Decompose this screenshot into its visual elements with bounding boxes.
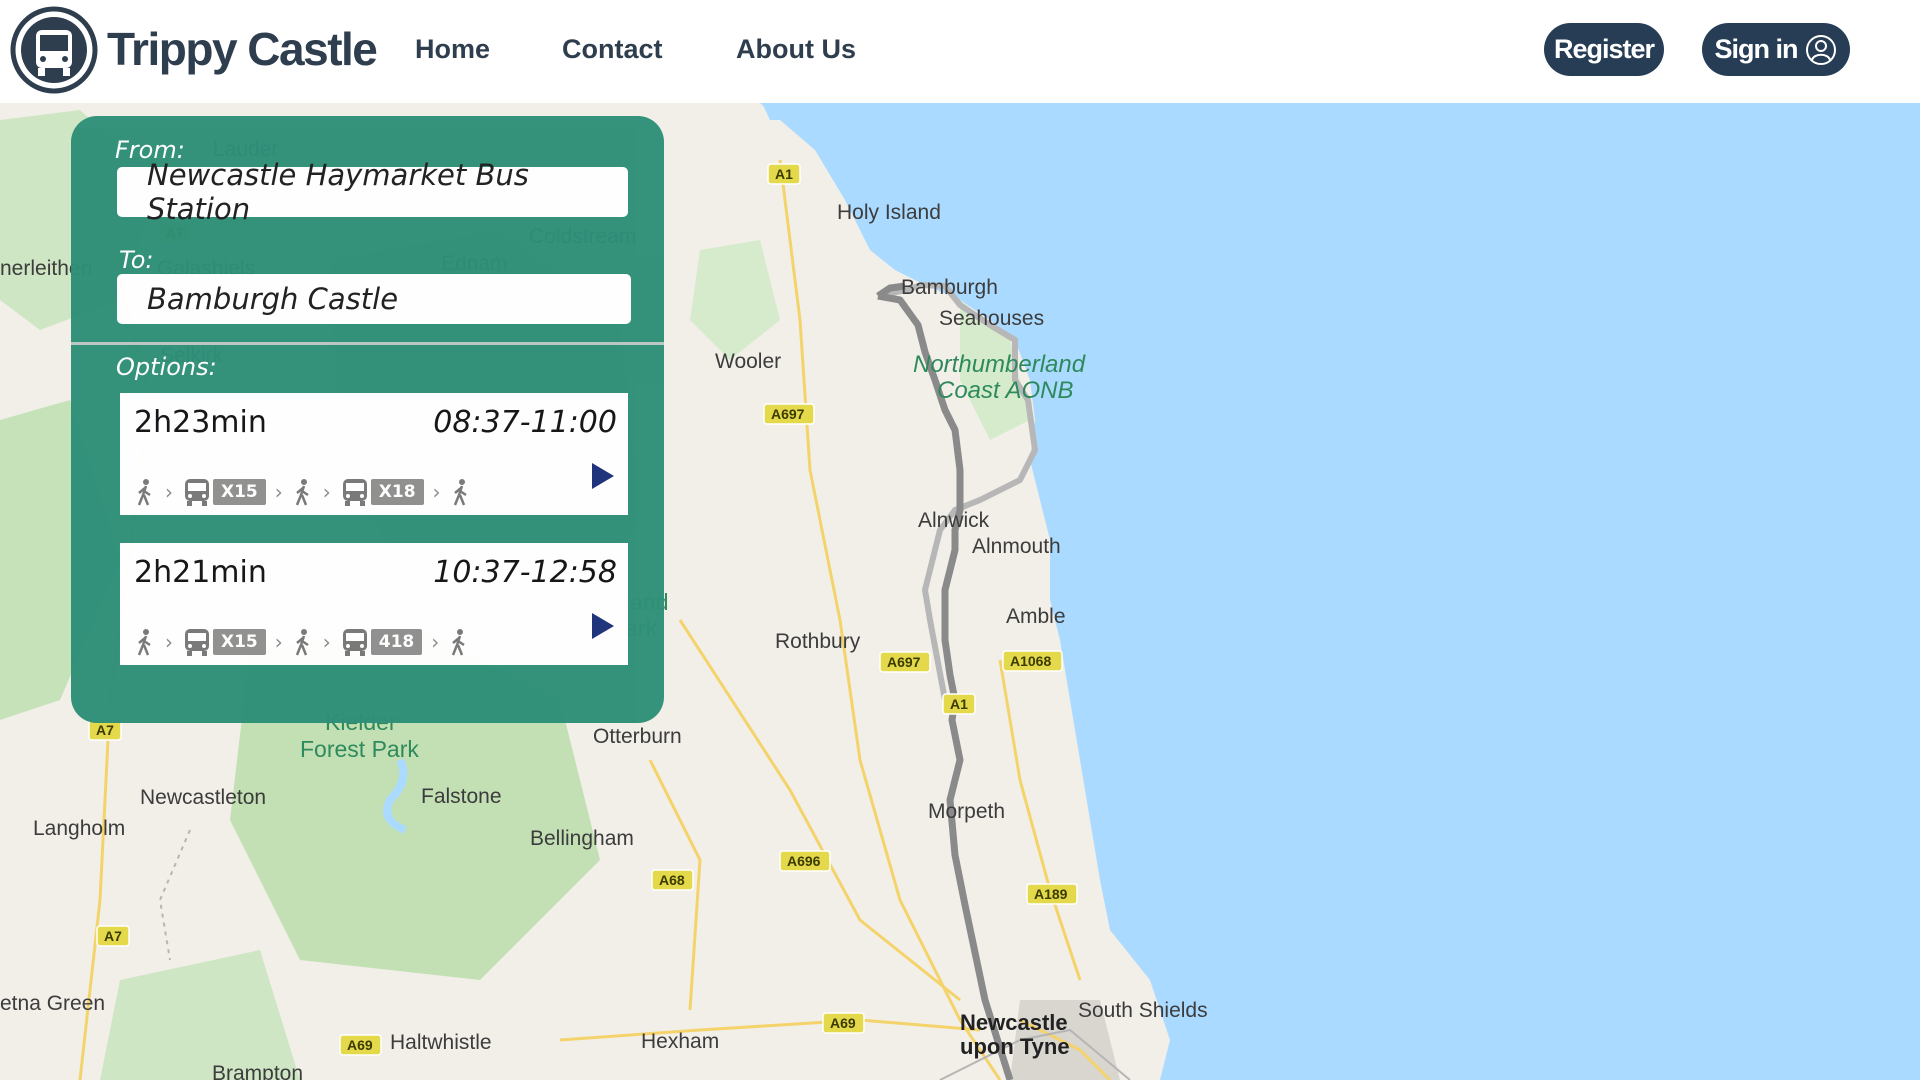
road-badge: A696	[779, 850, 831, 872]
route-option-2[interactable]: 2h21min 10:37-12:58 › X15 › › 418 ›	[120, 543, 628, 665]
place-label-morpeth: Morpeth	[928, 800, 1005, 823]
brand-name[interactable]: Trippy Castle	[107, 22, 378, 76]
sign-in-button[interactable]: Sign in	[1702, 23, 1850, 76]
bus-route-badge: 418	[370, 629, 423, 655]
park-label-2: Coast AONB	[937, 377, 1074, 404]
register-button[interactable]: Register	[1544, 23, 1664, 76]
nav-about-us[interactable]: About Us	[736, 34, 856, 65]
walk-icon	[452, 629, 465, 656]
chevron-right-icon: ›	[322, 630, 331, 654]
nav-home[interactable]: Home	[415, 34, 490, 65]
road-badge: A69	[822, 1012, 865, 1034]
road-badge: A697	[763, 403, 815, 425]
place-label-seahouses: Seahouses	[939, 307, 1044, 330]
road-label: A697	[771, 406, 805, 422]
bus-route-badge: X18	[370, 479, 424, 505]
road-label: A68	[659, 872, 685, 888]
road-badge: A1068	[1002, 650, 1063, 672]
journey-panel: From: Newcastle Haymarket Bus Station To…	[71, 116, 664, 723]
option-legs: › X15 › › X18 ›	[134, 477, 472, 507]
to-label: To:	[119, 246, 154, 274]
place-label-falstone: Falstone	[421, 785, 502, 808]
walk-icon	[137, 629, 151, 656]
road-label: A189	[1034, 886, 1068, 902]
road-label: A1068	[1010, 653, 1051, 669]
road-label: A7	[104, 928, 122, 944]
walk-icon	[453, 479, 467, 506]
sign-in-label: Sign in	[1714, 34, 1799, 64]
forest-label-2: Forest Park	[300, 736, 419, 762]
bus-icon	[342, 629, 367, 656]
place-label-south-shields: South Shields	[1078, 999, 1208, 1022]
road-badge: A68	[651, 869, 694, 891]
road-label: A697	[887, 654, 921, 670]
road-badge: A697	[879, 651, 931, 673]
option-times: 08:37-11:00	[433, 405, 617, 440]
bus-icon	[185, 479, 209, 506]
place-label-amble: Amble	[1006, 605, 1066, 628]
chevron-right-icon: ›	[274, 630, 283, 654]
place-label-bamburgh: Bamburgh	[901, 276, 998, 299]
road-badge: A1	[942, 693, 976, 715]
place-label-etna-green: etna Green	[0, 992, 105, 1015]
road-label: A69	[347, 1037, 373, 1053]
road-badge: A7	[96, 925, 130, 947]
nav-contact[interactable]: Contact	[562, 34, 663, 65]
bus-icon	[342, 479, 367, 506]
divider	[71, 342, 664, 345]
place-label-hexham: Hexham	[641, 1030, 719, 1053]
to-input[interactable]: Bamburgh Castle	[117, 274, 631, 324]
register-label: Register	[1553, 34, 1655, 64]
road-label: A696	[787, 853, 821, 869]
chevron-right-icon: ›	[274, 480, 283, 504]
place-label-langholm: Langholm	[33, 817, 125, 840]
play-icon[interactable]	[592, 463, 614, 489]
place-label-haltwhistle: Haltwhistle	[390, 1031, 492, 1054]
place-label-newcastleton: Newcastleton	[140, 786, 266, 809]
play-icon[interactable]	[592, 613, 614, 639]
bus-logo-icon[interactable]	[10, 6, 98, 94]
road-badge: A189	[1026, 883, 1078, 905]
option-legs: › X15 › › 418 ›	[134, 627, 470, 657]
user-icon	[1805, 34, 1836, 65]
chevron-right-icon: ›	[431, 630, 440, 654]
from-input[interactable]: Newcastle Haymarket Bus Station	[117, 158, 628, 226]
place-label-alnwick: Alnwick	[918, 509, 990, 532]
chevron-right-icon: ›	[165, 480, 173, 504]
walk-icon	[295, 629, 309, 656]
park-label: Northumberland	[913, 351, 1086, 378]
bus-route-badge: X15	[213, 629, 266, 655]
top-nav-bar: Trippy Castle Home Contact About Us Regi…	[0, 0, 1920, 103]
bus-icon	[185, 629, 209, 656]
place-label-brampton: Brampton	[212, 1062, 303, 1080]
place-label-holy-island: Holy Island	[837, 201, 941, 224]
place-label-bellingham: Bellingham	[530, 827, 634, 850]
chevron-right-icon: ›	[322, 480, 331, 504]
chevron-right-icon: ›	[165, 630, 173, 654]
place-label-rothbury: Rothbury	[775, 630, 861, 653]
city-label: Newcastle	[960, 1010, 1068, 1035]
city-label-2: upon Tyne	[960, 1034, 1070, 1059]
road-label: A1	[775, 166, 793, 182]
place-label-otterburn: Otterburn	[593, 725, 682, 748]
place-label-wooler: Wooler	[715, 350, 781, 373]
option-times: 10:37-12:58	[433, 555, 617, 590]
walk-icon	[295, 479, 309, 506]
walk-icon	[137, 479, 151, 506]
road-label: A1	[950, 696, 968, 712]
chevron-right-icon: ›	[432, 480, 441, 504]
road-badge: A7	[88, 719, 122, 741]
route-option-1[interactable]: 2h23min 08:37-11:00 › X15 › › X18 ›	[120, 393, 628, 515]
option-duration: 2h23min	[134, 405, 267, 440]
road-label: A7	[96, 722, 114, 738]
road-label: A69	[830, 1015, 856, 1031]
option-duration: 2h21min	[134, 555, 267, 590]
options-label: Options:	[116, 353, 217, 381]
bus-route-badge: X15	[213, 479, 266, 505]
place-label-alnmouth: Alnmouth	[972, 535, 1061, 558]
road-badge: A1	[767, 163, 801, 185]
road-badge: A69	[339, 1034, 382, 1056]
